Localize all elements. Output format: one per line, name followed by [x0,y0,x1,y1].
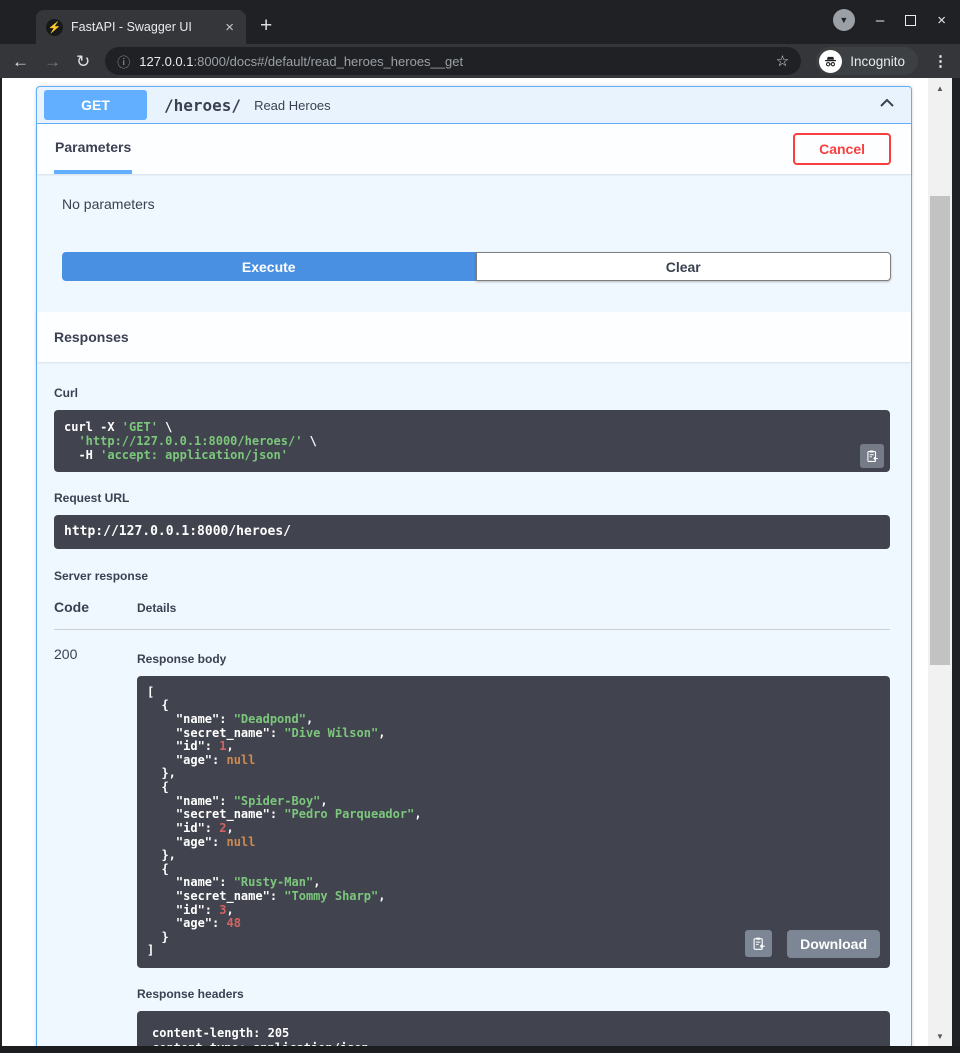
browser-tab[interactable]: ⚡ FastAPI - Swagger UI × [36,10,246,44]
tab-parameters[interactable]: Parameters [54,124,132,174]
clear-button[interactable]: Clear [476,252,892,281]
browser-window: ⚡ FastAPI - Swagger UI × + ▼ – × ← → ↻ ⓘ… [0,0,960,1053]
copy-curl-button[interactable] [860,444,884,468]
copy-response-button[interactable] [745,930,772,957]
server-response-label: Server response [54,569,890,583]
request-url-text: http://127.0.0.1:8000/heroes/ [64,524,880,539]
cancel-button[interactable]: Cancel [793,133,891,165]
bookmark-star-icon[interactable]: ☆ [776,52,789,70]
no-parameters-text: No parameters [62,196,155,212]
reload-icon[interactable]: ↻ [76,53,90,70]
parameters-title: Parameters [55,139,131,155]
back-icon[interactable]: ← [12,53,29,70]
tab-strip: ⚡ FastAPI - Swagger UI × + ▼ – × [0,0,960,44]
url-text: 127.0.0.1:8000/docs#/default/read_heroes… [139,54,766,69]
tab-close-icon[interactable]: × [223,19,236,36]
response-row-200: 200 Response body [ { "name": "Deadpond"… [54,630,890,1046]
forward-icon[interactable]: → [44,53,61,70]
responses-body: Curl curl -X 'GET' \ 'http://127.0.0.1:8… [37,362,911,1046]
new-tab-button[interactable]: + [260,14,272,38]
opblock-get-heroes: GET /heroes/ Read Heroes Parameters Canc… [36,86,912,1046]
method-badge: GET [44,90,147,120]
minimize-button[interactable]: – [876,13,884,28]
incognito-badge: Incognito [816,47,918,75]
responses-header: Responses [37,312,911,362]
execute-button[interactable]: Execute [62,252,476,281]
url-bar[interactable]: ⓘ 127.0.0.1:8000/docs#/default/read_hero… [105,47,801,75]
scroll-up-icon[interactable]: ▲ [928,81,952,95]
collapse-chevron-icon[interactable] [877,93,897,118]
status-code: 200 [54,646,137,1046]
tab-title: FastAPI - Swagger UI [71,20,215,34]
execute-row: Execute Clear [37,252,911,281]
download-button[interactable]: Download [787,930,880,958]
menu-icon[interactable]: ⋮ [933,52,948,70]
endpoint-path: /heroes/ [164,96,241,115]
opblock-summary[interactable]: GET /heroes/ Read Heroes [37,87,911,124]
window-controls: ▼ – × [833,0,946,40]
parameters-header: Parameters Cancel [37,124,911,174]
site-info-icon[interactable]: ⓘ [117,52,130,71]
maximize-button[interactable] [905,15,916,26]
browser-toolbar: ← → ↻ ⓘ 127.0.0.1:8000/docs#/default/rea… [0,44,960,78]
swagger-page: GET /heroes/ Read Heroes Parameters Canc… [0,78,928,1046]
curl-label: Curl [54,386,890,400]
scroll-down-icon[interactable]: ▼ [928,1029,952,1043]
code-column-header: Code [54,599,137,615]
response-body-label: Response body [137,652,890,666]
fastapi-favicon-icon: ⚡ [46,19,63,36]
response-headers-block: content-length: 205 content-type: applic… [137,1011,890,1046]
scrollbar[interactable]: ▲ ▼ [928,78,952,1046]
scrollbar-thumb[interactable] [930,196,950,665]
window-frame-bottom [0,1046,960,1053]
response-headers-text: content-length: 205 content-type: applic… [152,1026,875,1046]
response-body-block: [ { "name": "Deadpond", "secret_name": "… [137,676,890,968]
tab-search-icon[interactable]: ▼ [833,9,855,31]
responses-title: Responses [54,329,129,345]
parameters-body: No parameters [37,174,911,252]
response-body-json: [ { "name": "Deadpond", "secret_name": "… [147,686,880,958]
curl-command-text: curl -X 'GET' \ 'http://127.0.0.1:8000/h… [64,420,880,462]
curl-code-block: curl -X 'GET' \ 'http://127.0.0.1:8000/h… [54,410,890,472]
close-button[interactable]: × [937,13,946,28]
incognito-icon [819,50,842,73]
incognito-label: Incognito [850,54,905,69]
endpoint-summary: Read Heroes [254,98,331,113]
details-column-header: Details [137,601,176,615]
response-headers-label: Response headers [137,987,890,1001]
request-url-label: Request URL [54,491,890,505]
request-url-block: http://127.0.0.1:8000/heroes/ [54,515,890,548]
window-frame-right [952,78,960,1046]
response-table-header: Code Details [54,597,890,630]
